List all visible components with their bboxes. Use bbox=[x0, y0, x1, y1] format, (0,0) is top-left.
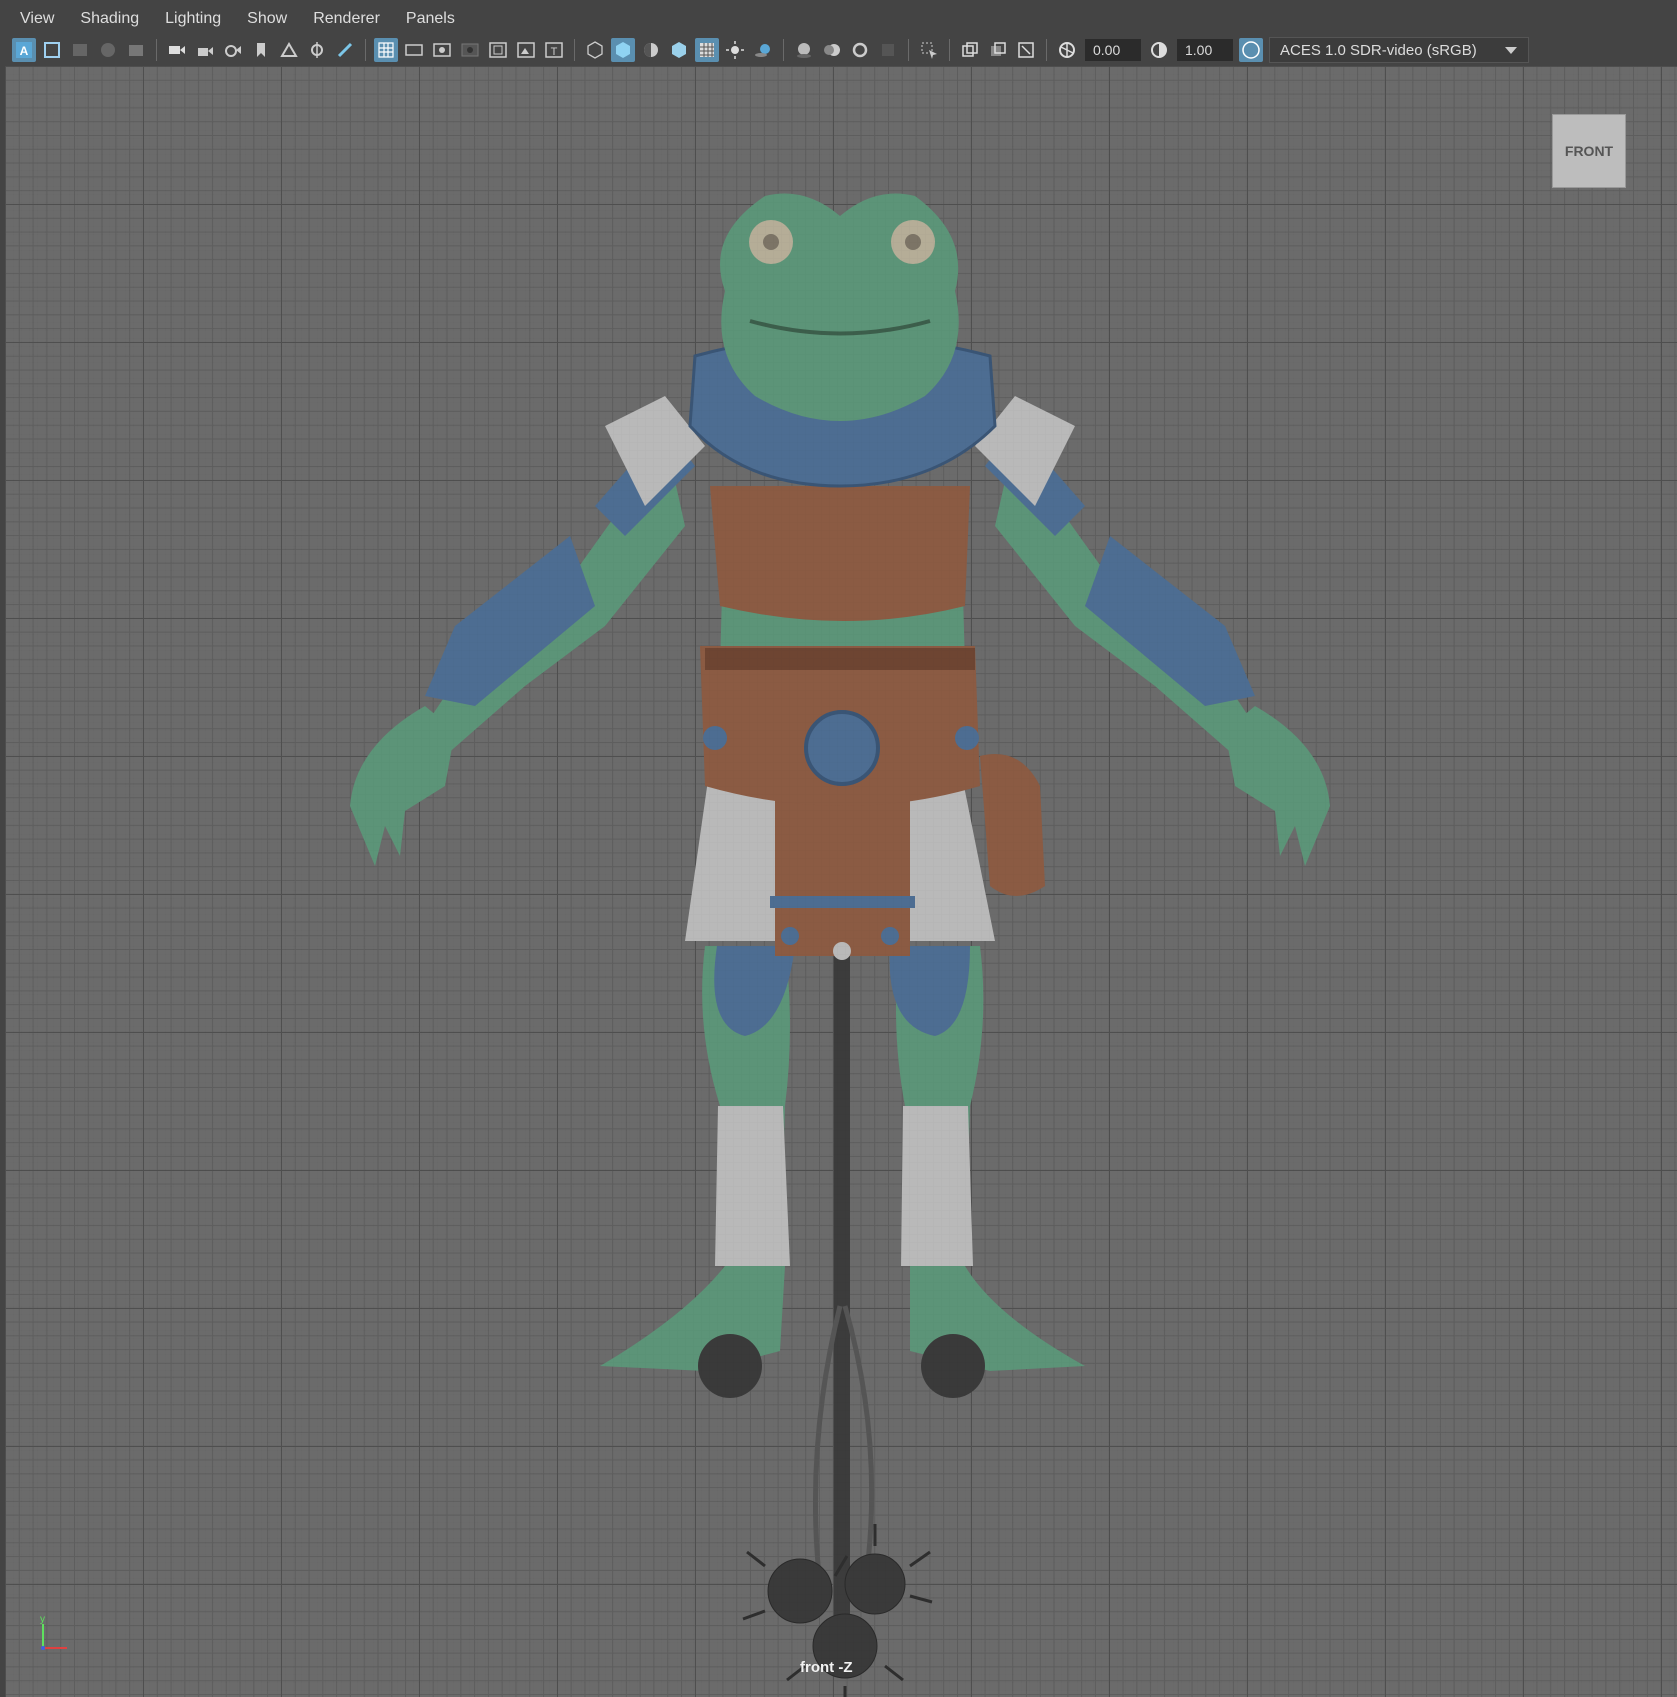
svg-text:A: A bbox=[20, 44, 29, 58]
toolbar-separator bbox=[156, 39, 157, 61]
2d-pan-zoom-icon[interactable] bbox=[124, 38, 148, 62]
toolbar-separator bbox=[949, 39, 950, 61]
bookmarks-icon[interactable] bbox=[68, 38, 92, 62]
toolbar-separator bbox=[1046, 39, 1047, 61]
toolbar-separator bbox=[908, 39, 909, 61]
safe-title-icon[interactable]: T bbox=[542, 38, 566, 62]
menu-renderer[interactable]: Renderer bbox=[313, 10, 380, 28]
camera-icon[interactable] bbox=[165, 38, 189, 62]
grease-pencil-icon[interactable] bbox=[333, 38, 357, 62]
select-camera-icon[interactable]: A bbox=[12, 38, 36, 62]
axis-y-label: y bbox=[40, 1616, 45, 1625]
menu-panels[interactable]: Panels bbox=[406, 10, 455, 28]
wireframe-icon[interactable] bbox=[583, 38, 607, 62]
use-all-lights-icon[interactable] bbox=[723, 38, 747, 62]
wireframe-on-shaded-icon[interactable] bbox=[695, 38, 719, 62]
screen-space-ao-icon[interactable] bbox=[792, 38, 816, 62]
frog-warrior-model[interactable] bbox=[5, 66, 1677, 1697]
depth-of-field-icon[interactable] bbox=[876, 38, 900, 62]
exposure-field[interactable]: 0.00 bbox=[1085, 39, 1141, 61]
multisample-aa-icon[interactable] bbox=[848, 38, 872, 62]
smooth-shade-icon[interactable] bbox=[611, 38, 635, 62]
menu-lighting[interactable]: Lighting bbox=[165, 10, 221, 28]
toolbar-separator bbox=[365, 39, 366, 61]
color-management-icon[interactable] bbox=[1239, 38, 1263, 62]
gamma-icon[interactable] bbox=[1147, 38, 1171, 62]
motion-blur-icon[interactable] bbox=[820, 38, 844, 62]
camera-lock-icon[interactable] bbox=[193, 38, 217, 62]
view-cube[interactable]: FRONT bbox=[1552, 114, 1626, 188]
camera-attributes-icon[interactable] bbox=[40, 38, 64, 62]
color-space-label: ACES 1.0 SDR-video (sRGB) bbox=[1280, 41, 1477, 59]
menu-view[interactable]: View bbox=[20, 10, 54, 28]
field-chart-icon[interactable] bbox=[486, 38, 510, 62]
image-plane-toggle-icon[interactable] bbox=[277, 38, 301, 62]
resolution-gate-icon[interactable] bbox=[430, 38, 454, 62]
menu-shading[interactable]: Shading bbox=[80, 10, 139, 28]
camera-name-label: front -Z bbox=[800, 1659, 853, 1676]
image-plane-icon[interactable] bbox=[96, 38, 120, 62]
textured-icon[interactable] bbox=[667, 38, 691, 62]
toolbar-separator bbox=[574, 39, 575, 61]
safe-action-icon[interactable] bbox=[514, 38, 538, 62]
chevron-down-icon bbox=[1504, 42, 1518, 59]
menu-show[interactable]: Show bbox=[247, 10, 287, 28]
grid-icon[interactable] bbox=[374, 38, 398, 62]
viewport-toolbar: A T 0.00 1.00 ACES 1.0 SDR-video (sRGB) bbox=[0, 35, 1677, 65]
axis-gizmo: y bbox=[40, 1616, 67, 1650]
viewport-panel[interactable]: FRONT y front -Z bbox=[5, 66, 1677, 1697]
bookmark-icon[interactable] bbox=[249, 38, 273, 62]
viewport-menubar: View Shading Lighting Show Renderer Pane… bbox=[0, 0, 1677, 38]
film-gate-icon[interactable] bbox=[402, 38, 426, 62]
gate-mask-icon[interactable] bbox=[458, 38, 482, 62]
gamma-field[interactable]: 1.00 bbox=[1177, 39, 1233, 61]
toolbar-separator bbox=[783, 39, 784, 61]
isolate-select-icon[interactable] bbox=[917, 38, 941, 62]
xray-icon[interactable] bbox=[958, 38, 982, 62]
xray-active-components-icon[interactable] bbox=[1014, 38, 1038, 62]
exposure-icon[interactable] bbox=[1055, 38, 1079, 62]
shadows-icon[interactable] bbox=[751, 38, 775, 62]
pan-zoom-icon[interactable] bbox=[305, 38, 329, 62]
camera-settings-icon[interactable] bbox=[221, 38, 245, 62]
svg-text:T: T bbox=[551, 46, 558, 58]
xray-joints-icon[interactable] bbox=[986, 38, 1010, 62]
default-material-icon[interactable] bbox=[639, 38, 663, 62]
color-space-dropdown[interactable]: ACES 1.0 SDR-video (sRGB) bbox=[1269, 37, 1529, 63]
